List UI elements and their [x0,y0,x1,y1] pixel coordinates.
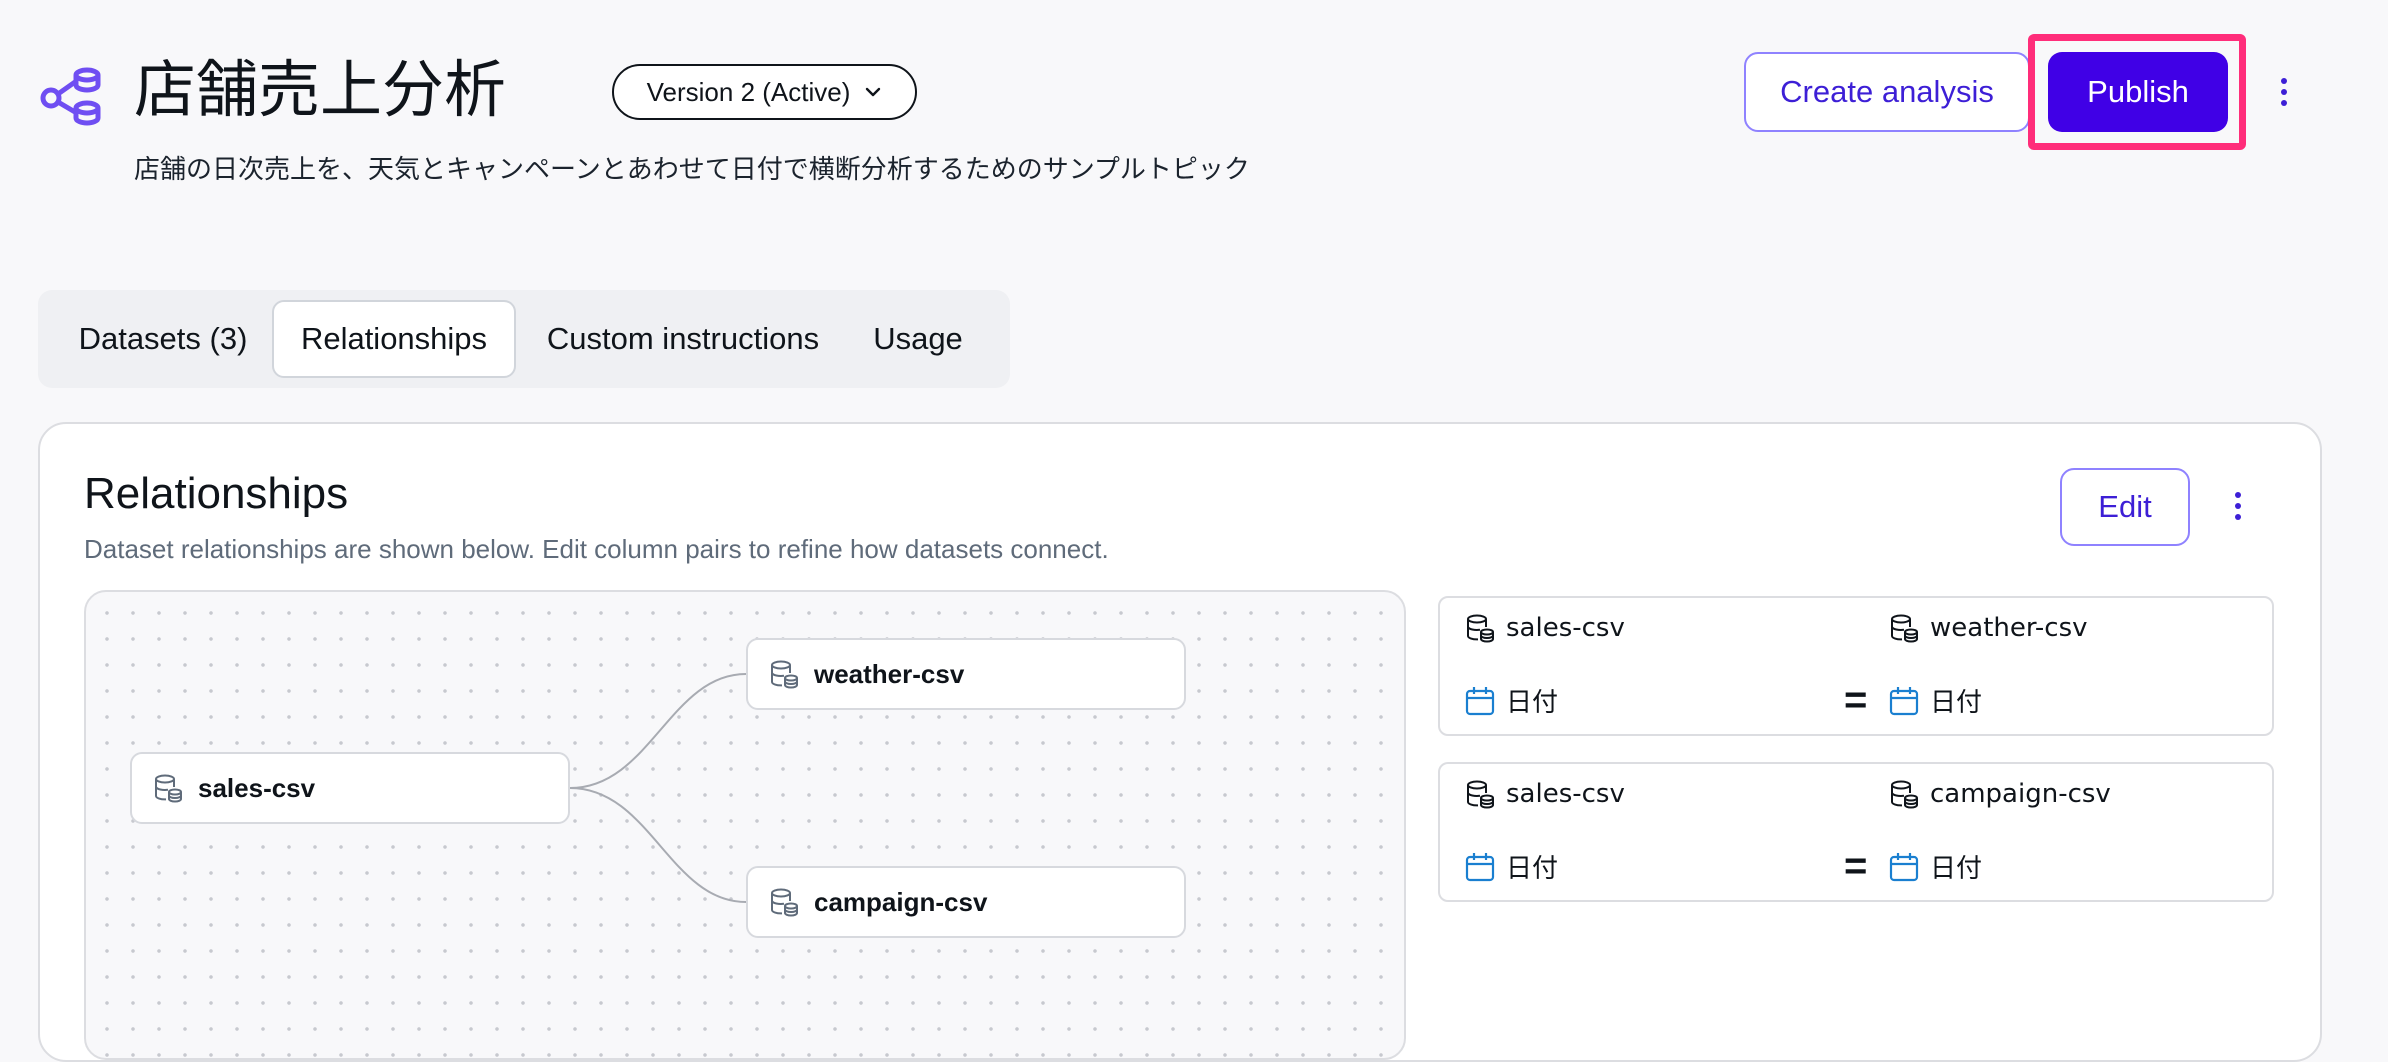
calendar-icon [1465,852,1495,881]
right-column: 日付 [1888,848,1982,885]
calendar-icon [1889,686,1919,715]
dataset-node-label: sales-csv [198,772,316,803]
tab-custom-instructions[interactable]: Custom instructions [534,300,832,378]
equals-operator: = [1844,844,1868,888]
left-column: 日付 [1464,848,1558,885]
edge-sales-campaign [569,787,747,903]
dataset-node-label: weather-csv [814,658,965,689]
edge-sales-weather [569,673,747,789]
right-dataset: campaign-csv [1888,778,2111,810]
publish-button[interactable]: Publish [2048,52,2228,132]
left-dataset: sales-csv [1464,612,1625,644]
section-description: Dataset relationships are shown below. E… [84,534,1109,564]
equals-operator: = [1844,678,1868,722]
chevron-down-icon [866,87,881,97]
right-dataset: weather-csv [1888,612,2088,644]
section-title: Relationships [84,469,349,518]
panel-more-actions-icon[interactable] [2220,486,2256,526]
dataset-icon [771,888,798,917]
dataset-node-sales[interactable]: sales-csv [130,752,570,824]
version-label: Version 2 (Active) [646,76,851,107]
relationship-card[interactable]: sales-csv weather-csv 日付 = 日付 [1438,596,2274,736]
version-dropdown[interactable]: Version 2 (Active) [612,64,917,120]
tab-datasets[interactable]: Datasets (3) [54,300,272,378]
relationship-card[interactable]: sales-csv campaign-csv 日付 = 日付 [1438,762,2274,902]
dataset-icon [1467,614,1494,643]
dataset-icon [771,660,798,689]
right-column: 日付 [1888,682,1982,719]
edit-button[interactable]: Edit [2060,468,2190,546]
left-column: 日付 [1464,682,1558,719]
left-dataset: sales-csv [1464,778,1625,810]
page-description: 店舗の日次売上を、天気とキャンペーンとあわせて日付で横断分析するためのサンプルト… [134,155,1250,185]
relationship-edges [569,673,747,903]
calendar-icon [1889,852,1919,881]
page-title: 店舗売上分析 [134,53,507,126]
create-analysis-button[interactable]: Create analysis [1744,52,2030,132]
dataset-icon [1467,780,1494,809]
tab-usage[interactable]: Usage [848,300,988,378]
topic-icon [40,67,101,126]
more-actions-icon[interactable] [2266,72,2302,112]
tab-bar: Datasets (3) Relationships Custom instru… [38,290,1010,388]
dataset-node-label: campaign-csv [814,886,988,917]
dataset-node-weather[interactable]: weather-csv [746,638,1186,710]
dataset-icon [155,774,182,803]
dataset-icon [1891,614,1918,643]
tab-relationships[interactable]: Relationships [272,300,516,378]
dataset-icon [1891,780,1918,809]
dataset-node-campaign[interactable]: campaign-csv [746,866,1186,938]
calendar-icon [1465,686,1495,715]
